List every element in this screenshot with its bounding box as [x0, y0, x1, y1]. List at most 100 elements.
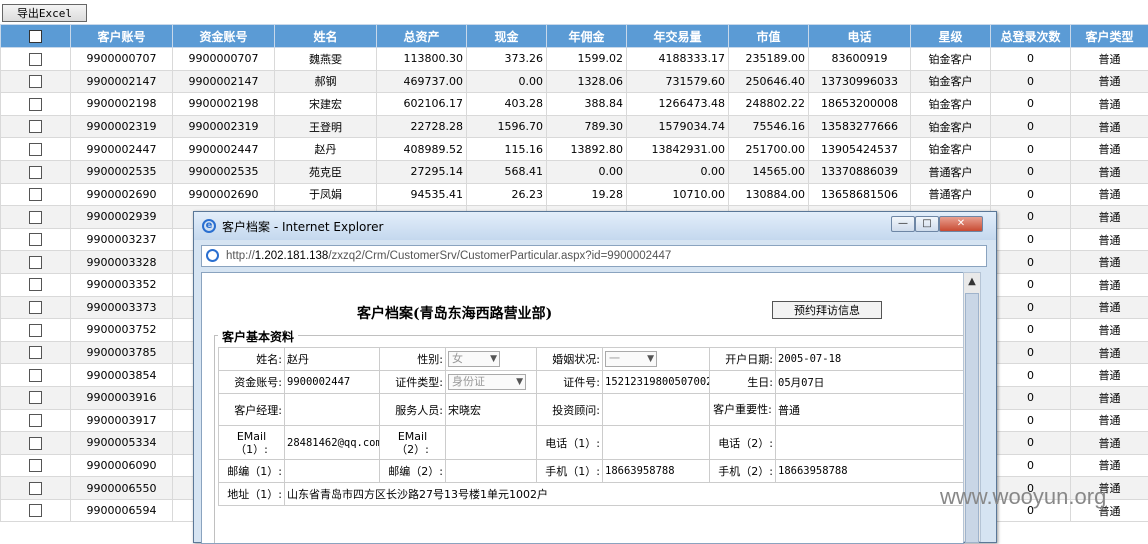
table-cell: 王登明	[275, 115, 377, 138]
table-cell: 9900003854	[71, 364, 173, 387]
table-cell: 9900003373	[71, 296, 173, 319]
table-cell: 0	[991, 183, 1071, 206]
mobile2-value: 18663958788	[776, 460, 965, 483]
minimize-button[interactable]: —	[891, 216, 915, 232]
export-excel-button[interactable]: 导出Excel	[2, 4, 87, 22]
row-checkbox[interactable]	[29, 233, 42, 246]
table-row[interactable]: 99000025359900002535苑克臣27295.14568.410.0…	[1, 160, 1148, 183]
table-cell: 9900002535	[173, 160, 275, 183]
birthday-value: 05月07日	[776, 371, 965, 394]
table-cell: 普通	[1071, 296, 1148, 319]
row-checkbox[interactable]	[29, 324, 42, 337]
table-cell: 388.84	[547, 93, 627, 116]
table-cell: 18653200008	[809, 93, 911, 116]
table-cell: 铂金客户	[911, 48, 991, 71]
row-checkbox[interactable]	[29, 98, 42, 111]
table-cell: 19.28	[547, 183, 627, 206]
id-type-select[interactable]: 身份证▼	[448, 374, 526, 390]
table-row[interactable]: 99000026909900002690于凤娟94535.4126.2319.2…	[1, 183, 1148, 206]
table-cell: 0	[991, 228, 1071, 251]
table-cell: 373.26	[467, 48, 547, 71]
table-row[interactable]: 99000007079900000707魏燕雯113800.30373.2615…	[1, 48, 1148, 71]
row-checkbox[interactable]	[29, 482, 42, 495]
service-value: 宋晓宏	[446, 394, 537, 426]
row-checkbox[interactable]	[29, 53, 42, 66]
table-cell: 0	[991, 206, 1071, 229]
row-checkbox-cell	[1, 432, 71, 455]
select-all-checkbox[interactable]	[29, 30, 42, 43]
table-cell: 13370886039	[809, 160, 911, 183]
popup-title-bar[interactable]: e 客户档案 - Internet Explorer — □ ✕	[194, 212, 996, 240]
ie-logo-icon: e	[202, 219, 216, 233]
row-checkbox[interactable]	[29, 437, 42, 450]
row-checkbox[interactable]	[29, 369, 42, 382]
table-cell: 9900003785	[71, 341, 173, 364]
importance-value: 普通	[776, 394, 965, 426]
row-checkbox[interactable]	[29, 301, 42, 314]
select-all-checkbox-cell	[1, 25, 71, 48]
doc-title: 客户档案(青岛东海西路营业部)	[357, 303, 552, 323]
table-cell: 0.00	[627, 160, 729, 183]
row-checkbox[interactable]	[29, 188, 42, 201]
gender-select[interactable]: 女▼	[448, 351, 500, 367]
address-bar[interactable]: http://1.202.181.138/zxzq2/Crm/CustomerS…	[201, 245, 987, 267]
row-checkbox[interactable]	[29, 504, 42, 517]
table-cell: 115.16	[467, 138, 547, 161]
mobile2-label: 手机（2）:	[710, 460, 776, 483]
row-checkbox[interactable]	[29, 211, 42, 224]
row-checkbox-cell	[1, 454, 71, 477]
table-cell: 铂金客户	[911, 93, 991, 116]
table-cell: 0	[991, 70, 1071, 93]
table-cell: 9900006550	[71, 477, 173, 500]
row-checkbox[interactable]	[29, 75, 42, 88]
row-checkbox-cell	[1, 115, 71, 138]
marital-select[interactable]: 一▼	[605, 351, 657, 367]
table-row[interactable]: 99000023199900002319王登明22728.281596.7078…	[1, 115, 1148, 138]
row-checkbox[interactable]	[29, 256, 42, 269]
table-row[interactable]: 99000021479900002147郝钢469737.000.001328.…	[1, 70, 1148, 93]
table-cell: 赵丹	[275, 138, 377, 161]
scroll-up-arrow-icon[interactable]: ▲	[964, 273, 980, 291]
maximize-button[interactable]: □	[915, 216, 939, 232]
row-checkbox[interactable]	[29, 143, 42, 156]
table-row[interactable]: 99000024479900002447赵丹408989.52115.16138…	[1, 138, 1148, 161]
row-checkbox[interactable]	[29, 414, 42, 427]
importance-label: 客户重要性:	[710, 394, 776, 426]
table-cell: 普通	[1071, 93, 1148, 116]
table-cell: 408989.52	[377, 138, 467, 161]
row-checkbox[interactable]	[29, 346, 42, 359]
table-cell: 13730996033	[809, 70, 911, 93]
section-title: 客户基本资料	[218, 328, 298, 345]
email1-value: 28481462@qq.com	[285, 426, 380, 460]
table-cell: 13583277666	[809, 115, 911, 138]
table-cell: 0.00	[467, 70, 547, 93]
table-cell: 0	[991, 273, 1071, 296]
table-cell: 27295.14	[377, 160, 467, 183]
table-row[interactable]: 99000021989900002198宋建宏602106.17403.2838…	[1, 93, 1148, 116]
row-checkbox-cell	[1, 364, 71, 387]
column-header: 客户类型	[1071, 25, 1148, 48]
row-checkbox[interactable]	[29, 166, 42, 179]
table-cell: 普通	[1071, 206, 1148, 229]
close-button[interactable]: ✕	[939, 216, 983, 232]
row-checkbox-cell	[1, 386, 71, 409]
row-checkbox-cell	[1, 206, 71, 229]
table-cell: 普通	[1071, 183, 1148, 206]
row-checkbox[interactable]	[29, 120, 42, 133]
table-cell: 普通客户	[911, 183, 991, 206]
table-cell: 郝钢	[275, 70, 377, 93]
row-checkbox-cell	[1, 251, 71, 274]
table-cell: 普通	[1071, 70, 1148, 93]
table-cell: 4188333.17	[627, 48, 729, 71]
row-checkbox[interactable]	[29, 459, 42, 472]
row-checkbox[interactable]	[29, 278, 42, 291]
visit-appointment-button[interactable]: 预约拜访信息	[772, 301, 882, 319]
column-header: 年交易量	[627, 25, 729, 48]
row-checkbox[interactable]	[29, 391, 42, 404]
table-cell: 9900002690	[71, 183, 173, 206]
manager-label: 客户经理:	[219, 394, 285, 426]
row-checkbox-cell	[1, 296, 71, 319]
table-cell: 251700.00	[729, 138, 809, 161]
table-cell: 568.41	[467, 160, 547, 183]
table-cell: 789.30	[547, 115, 627, 138]
